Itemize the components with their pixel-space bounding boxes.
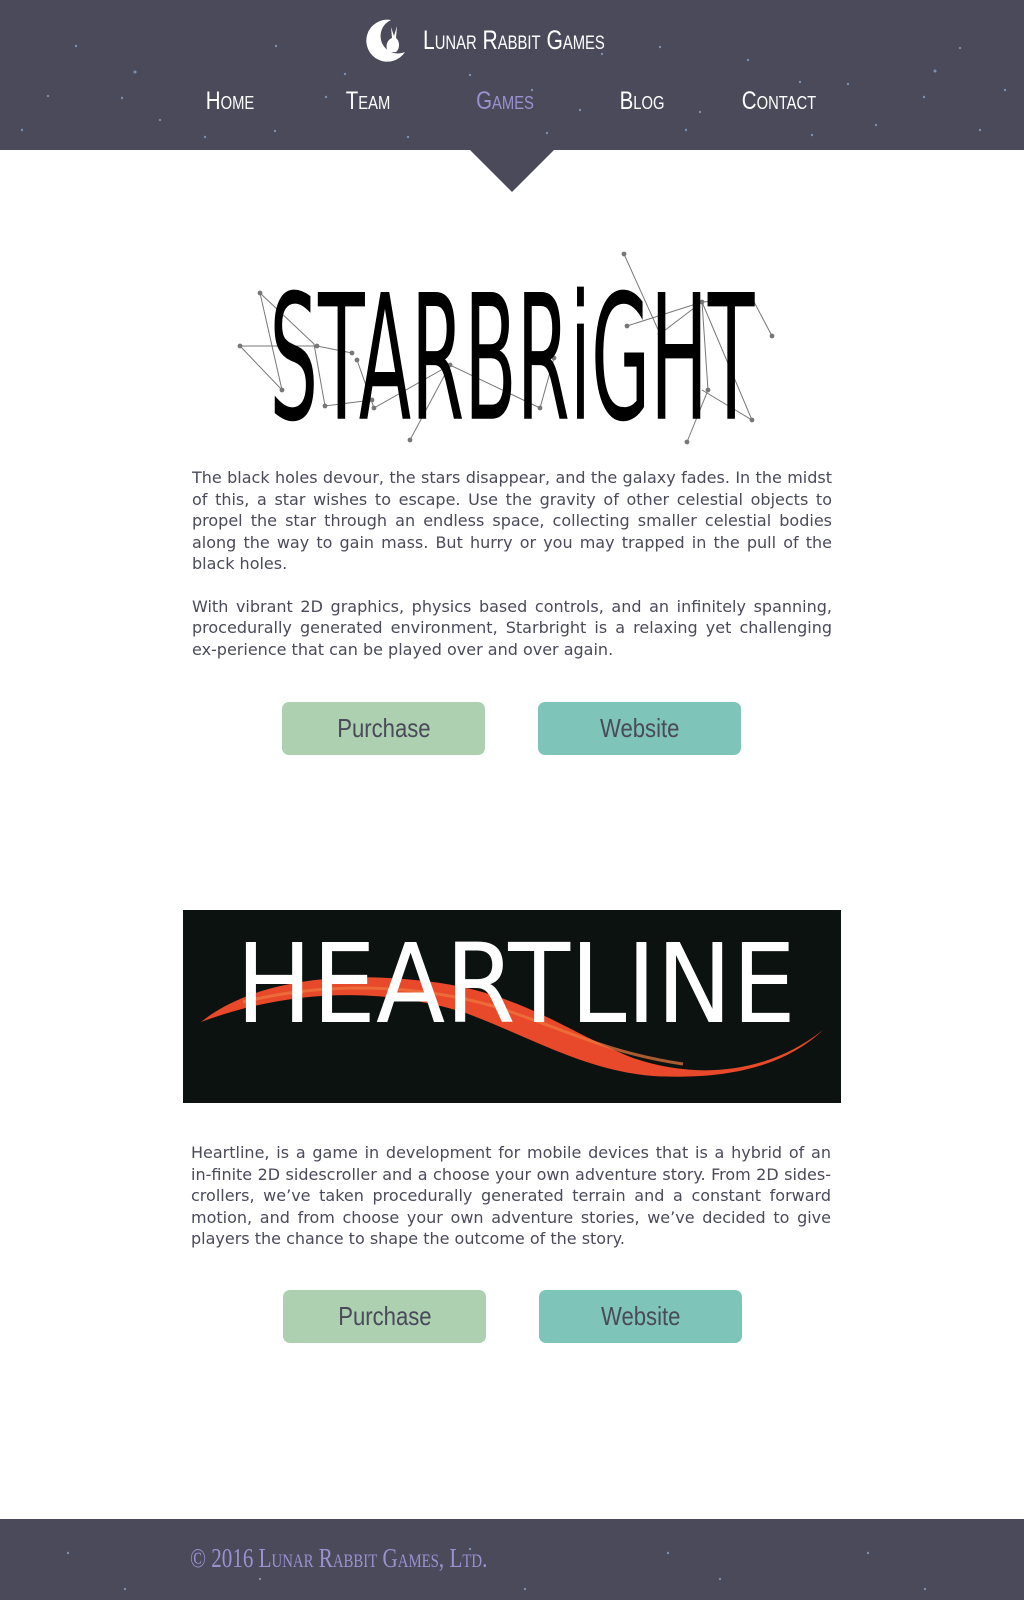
website-label: Website [599, 713, 680, 743]
moon-rabbit-logo-icon [366, 19, 405, 62]
purchase-label: Purchase [337, 1301, 432, 1331]
nav-games[interactable]: Games [456, 87, 554, 116]
nav-home[interactable]: Home [181, 87, 279, 116]
heartline-description: Heartline, is a game in development for … [191, 1142, 831, 1271]
starbright-description: The black holes devour, the stars disapp… [192, 467, 832, 681]
starbright-website-button[interactable]: Website [538, 702, 741, 755]
footer-starfield-background [66, 1547, 927, 1591]
starbright-purchase-button[interactable]: Purchase [282, 702, 485, 755]
main-nav: Home Team Games Blog Contact [0, 87, 1024, 127]
heartline-logo-text: HEARTLINE [236, 920, 796, 1048]
heartline-logo: HEARTLINE [201, 920, 823, 1077]
starbright-logo: STARBRiGHT [237, 251, 775, 460]
starbright-paragraph-1: The black holes devour, the stars disapp… [192, 468, 832, 573]
brand-name: Lunar Rabbit Games [423, 24, 605, 55]
brand[interactable]: Lunar Rabbit Games [0, 14, 1024, 66]
active-nav-pointer [470, 150, 554, 192]
copyright-text: © 2016 Lunar Rabbit Games, Ltd. [190, 1543, 488, 1573]
website-label: Website [600, 1301, 681, 1331]
nav-team[interactable]: Team [319, 87, 417, 116]
starbright-paragraph-2: With vibrant 2D graphics, physics based … [192, 596, 832, 659]
heartline-paragraph-1: Heartline, is a game in development for … [191, 1143, 831, 1248]
site-footer: © 2016 Lunar Rabbit Games, Ltd. [0, 1519, 1024, 1600]
site-header: Lunar Rabbit Games Home Team Games Blog … [0, 0, 1024, 150]
starbright-logo-text: STARBRiGHT [269, 258, 755, 460]
nav-blog[interactable]: Blog [593, 87, 691, 116]
nav-contact[interactable]: Contact [730, 87, 828, 116]
heartline-logo-banner: HEARTLINE [183, 910, 841, 1103]
purchase-label: Purchase [336, 713, 431, 743]
heartline-website-button[interactable]: Website [539, 1290, 742, 1343]
heartline-purchase-button[interactable]: Purchase [283, 1290, 486, 1343]
